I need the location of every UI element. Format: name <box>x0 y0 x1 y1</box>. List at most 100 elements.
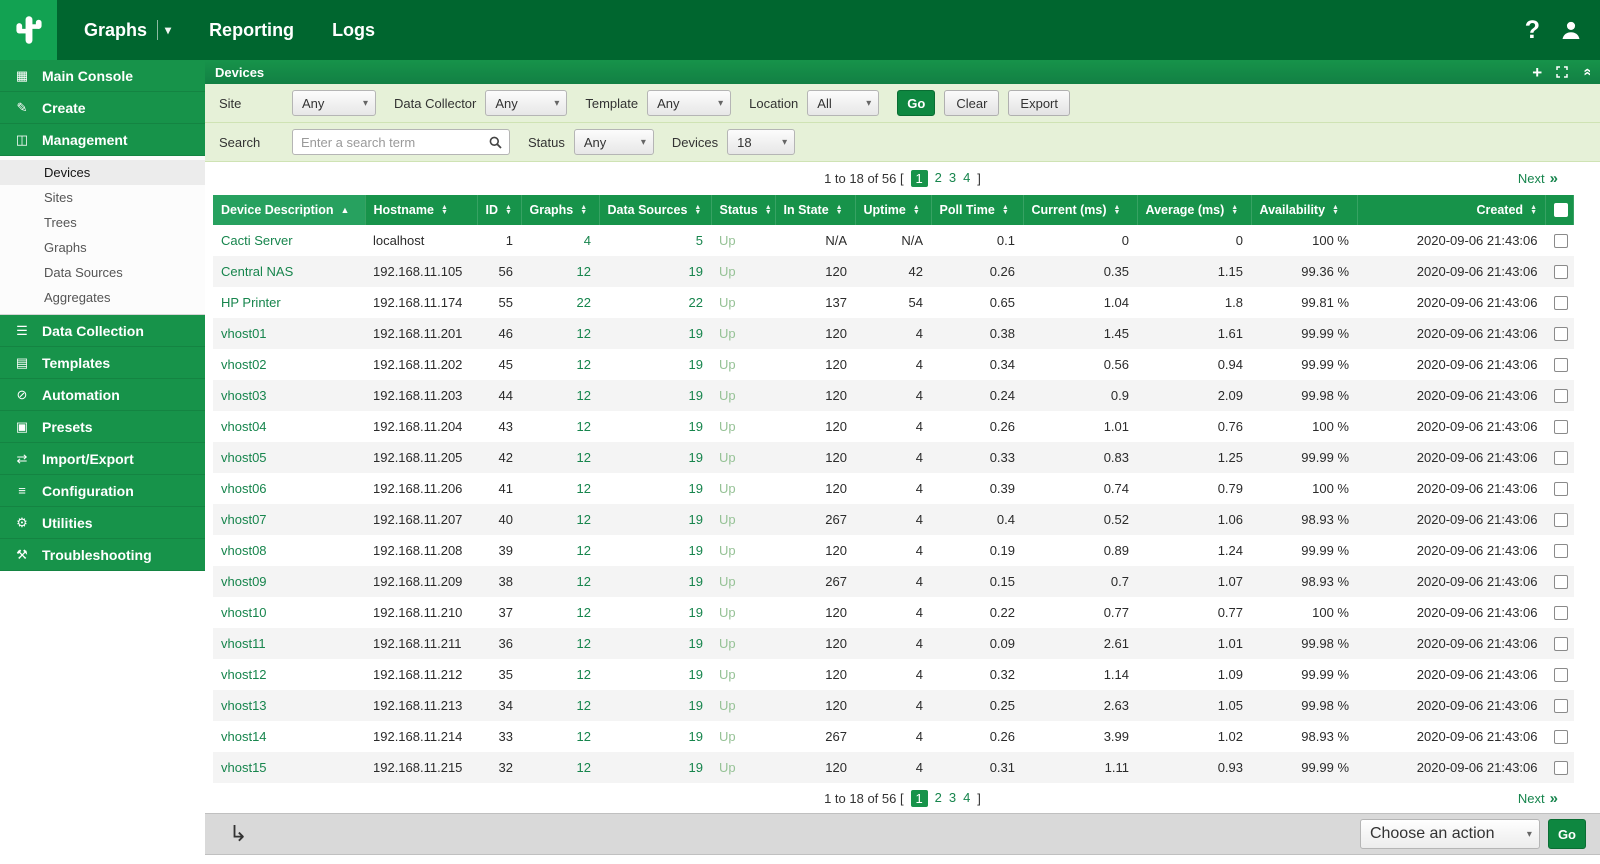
column-header-created[interactable]: Created▲▼ <box>1357 195 1546 225</box>
cell-description[interactable]: vhost15 <box>213 752 365 783</box>
column-header-in-state[interactable]: In State▲▼ <box>775 195 855 225</box>
row-checkbox[interactable] <box>1554 482 1568 496</box>
cell-graphs[interactable]: 12 <box>521 628 599 659</box>
cell-description[interactable]: vhost12 <box>213 659 365 690</box>
cell-graphs[interactable]: 4 <box>521 225 599 256</box>
cell-data-sources[interactable]: 19 <box>599 318 711 349</box>
collapse-panel-icon[interactable]: » <box>1578 68 1594 76</box>
cell-description[interactable]: vhost07 <box>213 504 365 535</box>
column-header-average-ms[interactable]: Average (ms)▲▼ <box>1137 195 1251 225</box>
cell-data-sources[interactable]: 19 <box>599 411 711 442</box>
cell-description[interactable]: vhost06 <box>213 473 365 504</box>
page-link-4[interactable]: 4 <box>963 790 970 807</box>
cell-graphs[interactable]: 12 <box>521 504 599 535</box>
status-select[interactable]: Any ▾ <box>574 129 654 155</box>
row-checkbox[interactable] <box>1554 358 1568 372</box>
cell-data-sources[interactable]: 19 <box>599 504 711 535</box>
cell-data-sources[interactable]: 19 <box>599 721 711 752</box>
user-icon[interactable] <box>1560 19 1582 41</box>
cell-graphs[interactable]: 12 <box>521 597 599 628</box>
cell-data-sources[interactable]: 19 <box>599 659 711 690</box>
row-checkbox[interactable] <box>1554 699 1568 713</box>
search-icon[interactable] <box>489 136 502 149</box>
nav-tab-reporting[interactable]: Reporting <box>190 0 313 60</box>
cell-graphs[interactable]: 12 <box>521 659 599 690</box>
cell-description[interactable]: vhost10 <box>213 597 365 628</box>
row-checkbox[interactable] <box>1554 296 1568 310</box>
column-header-id[interactable]: ID▲▼ <box>477 195 521 225</box>
sidebar-item-troubleshooting[interactable]: ⚒Troubleshooting <box>0 539 205 571</box>
row-checkbox[interactable] <box>1554 420 1568 434</box>
row-checkbox[interactable] <box>1554 544 1568 558</box>
fullscreen-icon[interactable] <box>1556 66 1568 78</box>
add-device-icon[interactable]: + <box>1532 64 1542 81</box>
page-link-2[interactable]: 2 <box>935 170 942 187</box>
sidebar-subitem-aggregates[interactable]: Aggregates <box>0 285 205 310</box>
column-header-current-ms[interactable]: Current (ms)▲▼ <box>1023 195 1137 225</box>
column-header-description[interactable]: Device Description▲ <box>213 195 365 225</box>
cell-description[interactable]: vhost04 <box>213 411 365 442</box>
page-link-4[interactable]: 4 <box>963 170 970 187</box>
export-button[interactable]: Export <box>1008 90 1070 116</box>
cell-description[interactable]: vhost13 <box>213 690 365 721</box>
devices-per-page-select[interactable]: 18 ▾ <box>727 129 795 155</box>
column-header-hostname[interactable]: Hostname▲▼ <box>365 195 477 225</box>
cell-graphs[interactable]: 12 <box>521 752 599 783</box>
row-checkbox[interactable] <box>1554 668 1568 682</box>
page-link-1[interactable]: 1 <box>911 790 928 807</box>
cell-graphs[interactable]: 12 <box>521 256 599 287</box>
row-checkbox[interactable] <box>1554 513 1568 527</box>
cell-description[interactable]: vhost03 <box>213 380 365 411</box>
site-select[interactable]: Any ▾ <box>292 90 376 116</box>
cell-graphs[interactable]: 12 <box>521 535 599 566</box>
sidebar-item-templates[interactable]: ▤Templates <box>0 347 205 379</box>
column-header-select-all[interactable] <box>1546 195 1574 225</box>
cell-data-sources[interactable]: 19 <box>599 535 711 566</box>
row-checkbox[interactable] <box>1554 389 1568 403</box>
cell-graphs[interactable]: 22 <box>521 287 599 318</box>
cell-data-sources[interactable]: 19 <box>599 380 711 411</box>
nav-tab-logs[interactable]: Logs <box>313 0 394 60</box>
sidebar-item-create[interactable]: ✎Create <box>0 92 205 124</box>
sidebar-item-utilities[interactable]: ⚙Utilities <box>0 507 205 539</box>
page-link-2[interactable]: 2 <box>935 790 942 807</box>
row-checkbox[interactable] <box>1554 451 1568 465</box>
sidebar-item-automation[interactable]: ⊘Automation <box>0 379 205 411</box>
sidebar-item-import-export[interactable]: ⇄Import/Export <box>0 443 205 475</box>
column-header-availability[interactable]: Availability▲▼ <box>1251 195 1357 225</box>
sidebar-subitem-trees[interactable]: Trees <box>0 210 205 235</box>
cell-description[interactable]: HP Printer <box>213 287 365 318</box>
sidebar-subitem-devices[interactable]: Devices <box>0 160 205 185</box>
data-collector-select[interactable]: Any ▾ <box>485 90 567 116</box>
page-link-1[interactable]: 1 <box>911 170 928 187</box>
cell-graphs[interactable]: 12 <box>521 721 599 752</box>
cell-graphs[interactable]: 12 <box>521 349 599 380</box>
cell-description[interactable]: vhost02 <box>213 349 365 380</box>
cell-description[interactable]: vhost11 <box>213 628 365 659</box>
column-header-poll-time[interactable]: Poll Time▲▼ <box>931 195 1023 225</box>
cell-description[interactable]: vhost01 <box>213 318 365 349</box>
cell-description[interactable]: vhost09 <box>213 566 365 597</box>
cell-data-sources[interactable]: 19 <box>599 597 711 628</box>
row-checkbox[interactable] <box>1554 575 1568 589</box>
column-header-data-sources[interactable]: Data Sources▲▼ <box>599 195 711 225</box>
cacti-logo[interactable] <box>0 0 57 60</box>
column-header-graphs[interactable]: Graphs▲▼ <box>521 195 599 225</box>
cell-graphs[interactable]: 12 <box>521 380 599 411</box>
nav-tab-graphs[interactable]: Graphs ▾ <box>65 0 190 60</box>
sidebar-subitem-sites[interactable]: Sites <box>0 185 205 210</box>
sidebar-item-configuration[interactable]: ≡Configuration <box>0 475 205 507</box>
sidebar-item-data-collection[interactable]: ☰Data Collection <box>0 315 205 347</box>
sidebar-item-presets[interactable]: ▣Presets <box>0 411 205 443</box>
sidebar-item-main-console[interactable]: ▦Main Console <box>0 60 205 92</box>
location-select[interactable]: All ▾ <box>807 90 879 116</box>
row-checkbox[interactable] <box>1554 327 1568 341</box>
cell-graphs[interactable]: 12 <box>521 690 599 721</box>
page-link-3[interactable]: 3 <box>949 790 956 807</box>
column-header-uptime[interactable]: Uptime▲▼ <box>855 195 931 225</box>
action-go-button[interactable]: Go <box>1548 819 1586 849</box>
column-header-status[interactable]: Status▲▼ <box>711 195 775 225</box>
cell-description[interactable]: Cacti Server <box>213 225 365 256</box>
cell-description[interactable]: Central NAS <box>213 256 365 287</box>
cell-description[interactable]: vhost08 <box>213 535 365 566</box>
